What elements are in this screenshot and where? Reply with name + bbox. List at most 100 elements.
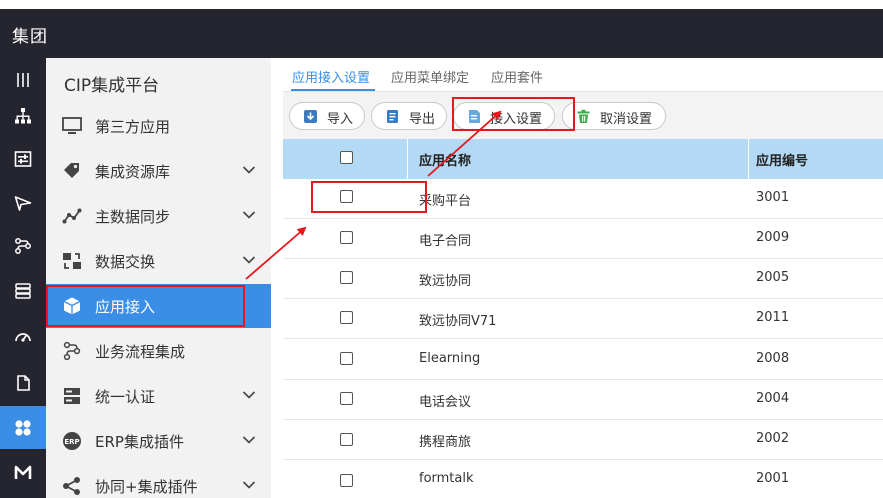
cancel-settings-button[interactable]: 取消设置 [562,102,666,130]
chevron-down-icon [242,391,256,399]
menu-item-resource-library[interactable]: 集成资源库 [46,149,271,193]
table-row[interactable]: 致远协同 2005 [283,259,883,299]
menu-item-label: 数据交换 [95,253,156,271]
menu-item-data-exchange[interactable]: 数据交换 [46,239,271,283]
row-checkbox[interactable] [340,311,353,324]
table-row[interactable]: 携程商旅 2002 [283,420,883,460]
export-button[interactable]: 导出 [371,102,447,130]
table-row[interactable]: 致远协同V71 2011 [283,299,883,339]
table-row[interactable]: Elearning 2008 [283,340,883,380]
row-checkbox[interactable] [340,352,353,365]
row-checkbox[interactable] [340,474,353,487]
app-code-cell: 2011 [756,310,790,325]
app-name-cell: 致远协同V71 [419,314,497,329]
table-row[interactable]: 采购平台 3001 [283,179,883,219]
rail-org[interactable] [0,94,46,137]
table-row[interactable]: formtalk 2001 [283,460,883,498]
server-icon [64,388,80,404]
select-all-checkbox[interactable] [340,151,353,164]
tab-app-menu-binding[interactable]: 应用菜单绑定 [391,67,469,86]
content-gutter [271,58,283,498]
cancel-settings-label: 取消设置 [600,112,653,127]
menu-item-master-data-sync[interactable]: 主数据同步 [46,194,271,238]
import-label: 导入 [327,112,354,127]
menu-item-label: 第三方应用 [95,118,171,136]
export-label: 导出 [409,112,436,127]
chevron-down-icon [242,211,256,219]
rail-dashboard[interactable] [0,315,46,358]
app-name-cell: 致远协同 [419,274,472,289]
rail-send[interactable] [0,181,46,224]
tab-app-access-settings[interactable]: 应用接入设置 [292,67,370,86]
paper-plane-icon [14,195,32,211]
menu-item-app-access[interactable]: 应用接入 [46,284,271,328]
rail-flow[interactable] [0,224,46,267]
column-separator [407,139,408,179]
menu-item-unified-auth[interactable]: 统一认证 [46,374,271,418]
exchange-icon [63,253,81,269]
org-tree-icon [15,107,31,123]
tab-bar: 应用接入设置 应用菜单绑定 应用套件 [283,58,883,92]
app-code-cell: 2008 [756,351,790,366]
rail-documents[interactable] [0,361,46,404]
menu-item-label: 业务流程集成 [95,343,186,361]
database-icon [15,282,31,299]
tab-app-suite[interactable]: 应用套件 [491,67,543,86]
app-name-cell: 电子合同 [419,234,472,249]
app-code-cell: 2009 [756,230,790,245]
row-checkbox[interactable] [340,271,353,284]
menu-item-label: 集成资源库 [95,163,171,181]
menu-item-label: 主数据同步 [95,208,171,226]
app-code-cell: 3001 [756,190,790,205]
app-header: 集团 [0,9,883,58]
row-checkbox[interactable] [340,190,353,203]
row-checkbox[interactable] [340,231,353,244]
monitor-icon [62,117,82,134]
settings-doc-icon [469,110,480,123]
app-name-cell: 携程商旅 [419,435,472,450]
menu-item-business-process[interactable]: 业务流程集成 [46,329,271,373]
side-menu: CIP集成平台 第三方应用 集成资源库 主数据同步 数据交换 应用接入 业务流程 [46,58,271,498]
row-checkbox[interactable] [340,392,353,405]
tag-icon [64,163,79,178]
chevron-down-icon [242,256,256,264]
app-code-cell: 2004 [756,391,790,406]
table-row[interactable]: 电话会议 2004 [283,380,883,420]
rail-settings[interactable] [0,137,46,180]
rail-integration[interactable] [0,406,46,449]
cube-icon [63,297,81,315]
menu-title: CIP集成平台 [64,76,160,96]
icon-rail [0,58,46,498]
top-strip [0,0,883,9]
app-name-cell: 采购平台 [419,194,472,209]
chevron-down-icon [242,436,256,444]
gauge-icon [15,332,31,342]
menu-item-collab-plugin[interactable]: 协同+集成插件 [46,464,271,498]
share-icon [63,477,80,495]
app-name-cell: Elearning [419,351,481,366]
column-separator [748,139,749,179]
rail-database[interactable] [0,269,46,312]
menu-item-third-party-apps[interactable]: 第三方应用 [46,104,271,148]
import-button[interactable]: 导入 [289,102,365,130]
menu-item-label: 统一认证 [95,388,156,406]
active-tab-indicator [291,89,375,91]
chevron-down-icon [242,166,256,174]
clover-icon [15,419,31,436]
app-name-cell: 电话会议 [419,395,472,410]
flow-icon [63,341,81,361]
svg-text:ERP: ERP [64,438,79,446]
chevron-down-icon [242,481,256,489]
app-code-cell: 2005 [756,270,790,285]
table-row[interactable]: 电子合同 2009 [283,219,883,259]
erp-badge-icon: ERP [63,432,81,450]
menu-item-erp-plugin[interactable]: ERP ERP集成插件 [46,419,271,463]
rail-m-app[interactable] [0,451,46,494]
app-name-cell: formtalk [419,471,474,486]
row-checkbox[interactable] [340,433,353,446]
line-chart-icon [62,208,82,224]
access-settings-button[interactable]: 接入设置 [453,102,555,130]
app-code-cell: 2001 [756,471,790,486]
menu-item-label: ERP集成插件 [95,433,184,451]
access-settings-label: 接入设置 [490,112,543,127]
